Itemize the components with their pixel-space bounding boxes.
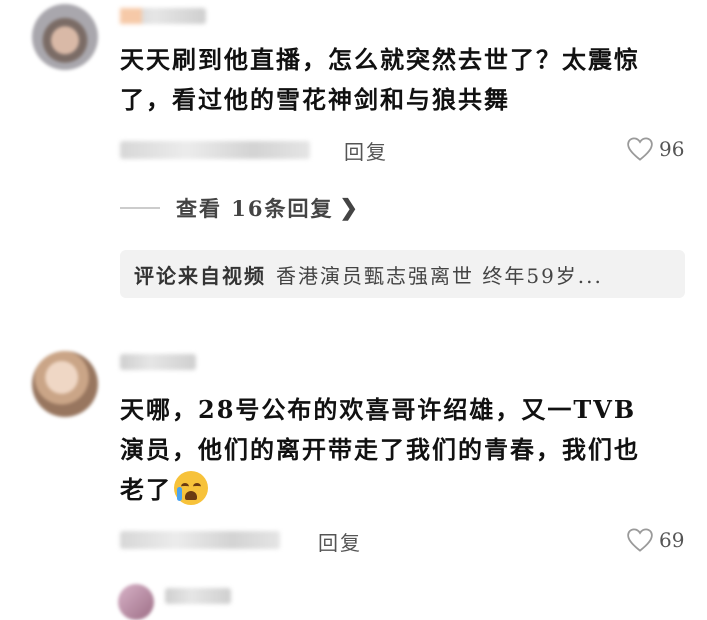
- commenter-name-blurred[interactable]: [120, 8, 206, 24]
- crying-face-emoji: [174, 471, 208, 505]
- comment-meta-blurred: [120, 531, 280, 549]
- reply-button[interactable]: 回复: [318, 527, 362, 556]
- comment-text: 天天刷到他直播，怎么就突然去世了？太震惊了，看过他的雪花神剑和与狼共舞: [120, 45, 640, 114]
- reply-button[interactable]: 回复: [344, 136, 388, 165]
- commenter-avatar[interactable]: [118, 584, 154, 620]
- heart-outline-icon: [627, 137, 653, 161]
- source-video-link[interactable]: 评论来自视频 香港演员甄志强离世 终年59岁...: [120, 250, 685, 298]
- comment-text: 天哪，28号公布的欢喜哥许绍雄，又一TVB演员，他们的离开带走了我们的青春，我们…: [120, 390, 660, 510]
- commenter-name-blurred[interactable]: [165, 588, 231, 604]
- heart-outline-icon: [627, 528, 653, 552]
- like-count: 69: [659, 528, 685, 552]
- commenter-avatar[interactable]: [32, 4, 98, 70]
- commenter-name-blurred[interactable]: [120, 354, 196, 370]
- chevron-right-icon: ❯: [339, 195, 360, 221]
- comment-meta-blurred: [120, 141, 310, 159]
- source-label: 评论来自视频: [134, 263, 266, 288]
- view-replies-label: 查看 16条回复: [176, 196, 334, 221]
- like-button[interactable]: 69: [625, 525, 684, 555]
- commenter-avatar[interactable]: [32, 351, 98, 417]
- view-replies-button[interactable]: 查看 16条回复 ❯: [120, 193, 360, 223]
- divider-line: [120, 207, 160, 209]
- source-video-title: 香港演员甄志强离世 终年59岁...: [276, 263, 603, 288]
- like-count: 96: [659, 137, 685, 161]
- like-button[interactable]: 96: [625, 134, 684, 164]
